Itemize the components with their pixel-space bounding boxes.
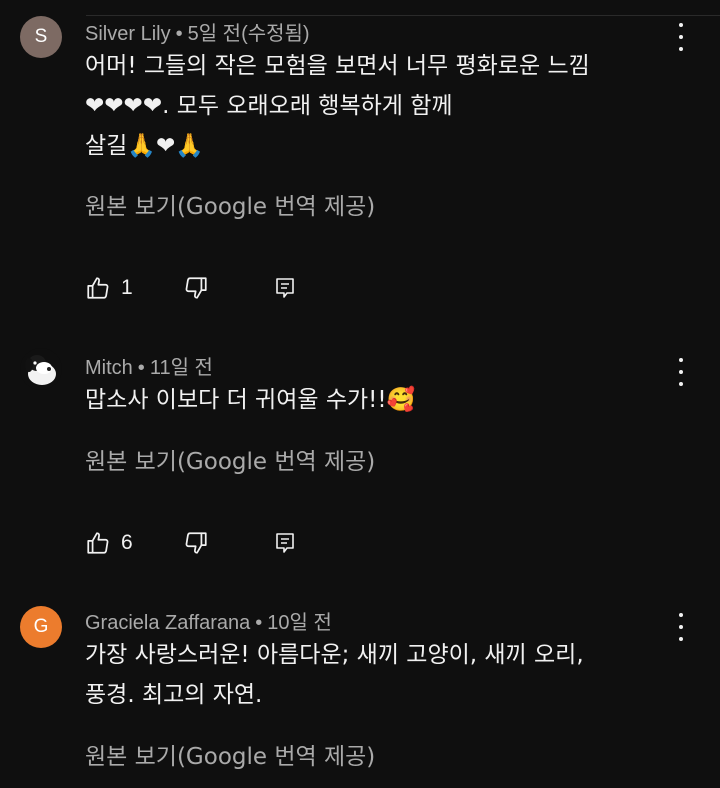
avatar-letter: S xyxy=(34,26,48,47)
reply-icon xyxy=(276,533,294,553)
more-options-icon[interactable] xyxy=(676,358,686,386)
avatar[interactable]: G xyxy=(20,606,62,648)
dislike-button[interactable] xyxy=(183,530,209,556)
like-button[interactable]: 1 xyxy=(85,275,133,301)
more-options-icon[interactable] xyxy=(676,23,686,51)
meta-separator: • xyxy=(137,357,145,379)
see-original-link[interactable]: 원본 보기(Google 번역 제공) xyxy=(85,737,375,771)
author-name[interactable]: Mitch xyxy=(85,357,133,379)
thumbs-up-icon xyxy=(87,532,109,554)
dislike-button[interactable] xyxy=(183,275,209,301)
thumbs-down-icon xyxy=(185,277,207,299)
avatar[interactable] xyxy=(20,348,62,390)
meta-separator: • xyxy=(255,612,263,634)
comment-actions: 1 xyxy=(85,274,294,302)
avatar[interactable]: S xyxy=(20,16,62,58)
comment-text: 가장 사랑스러운! 아름다운; 새끼 고양이, 새끼 오리, 풍경. 최고의 자… xyxy=(85,642,584,708)
comment-time[interactable]: 11일 전 xyxy=(150,357,213,379)
comment-time[interactable]: 5일 전(수정됨) xyxy=(188,23,310,45)
thumbs-down-icon xyxy=(185,532,207,554)
dog-avatar-icon xyxy=(20,348,62,390)
avatar-letter: G xyxy=(33,616,49,637)
thumbs-up-icon xyxy=(87,277,109,299)
comment-meta: Graciela Zaffarana • 10일 전 xyxy=(85,606,332,635)
like-count: 1 xyxy=(121,276,133,299)
reply-button[interactable] xyxy=(273,276,297,300)
author-name[interactable]: Graciela Zaffarana xyxy=(85,612,250,634)
more-options-icon[interactable] xyxy=(676,613,686,641)
author-name[interactable]: Silver Lily xyxy=(85,23,171,45)
reply-icon xyxy=(276,278,294,298)
see-original-link[interactable]: 원본 보기(Google 번역 제공) xyxy=(85,442,375,476)
comment-text: 맙소사 이보다 더 귀여울 수가!!🥰 xyxy=(85,387,416,413)
comment-meta: Mitch • 11일 전 xyxy=(85,351,213,380)
meta-separator: • xyxy=(175,23,183,45)
comment-actions: 6 xyxy=(85,529,294,557)
comment-time[interactable]: 10일 전 xyxy=(267,612,332,634)
comment-meta: Silver Lily • 5일 전(수정됨) xyxy=(85,17,310,46)
like-button[interactable]: 6 xyxy=(85,530,133,556)
comment-text: 어머! 그들의 작은 모험을 보면서 너무 평화로운 느낌 ❤❤❤❤. 모두 오… xyxy=(85,53,590,159)
see-original-link[interactable]: 원본 보기(Google 번역 제공) xyxy=(85,187,375,221)
divider xyxy=(86,15,720,16)
reply-button[interactable] xyxy=(273,531,297,555)
like-count: 6 xyxy=(121,531,133,554)
